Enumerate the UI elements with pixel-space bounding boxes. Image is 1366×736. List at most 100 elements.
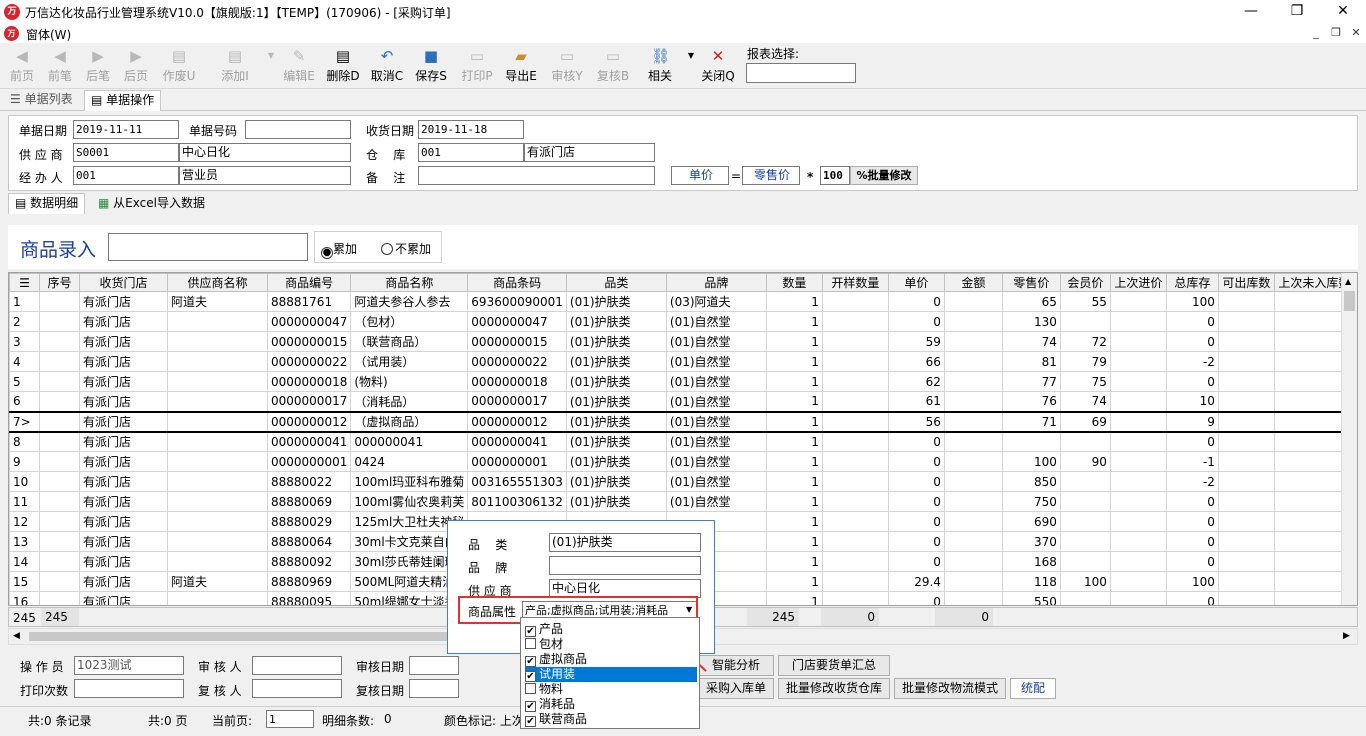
column-header[interactable]: 上次进价 bbox=[1109, 273, 1167, 292]
table-cell[interactable] bbox=[167, 451, 268, 472]
minimize-icon[interactable]: — bbox=[1228, 0, 1274, 24]
table-cell[interactable] bbox=[1059, 531, 1111, 552]
table-cell[interactable] bbox=[821, 491, 889, 512]
table-cell[interactable]: 1 bbox=[765, 571, 823, 592]
row-selector[interactable]: 7> bbox=[9, 410, 40, 433]
table-cell[interactable]: 0 bbox=[1165, 431, 1219, 452]
table-cell[interactable]: 有派门店 bbox=[79, 531, 168, 552]
table-cell[interactable]: 1 bbox=[765, 371, 823, 392]
doc-date-input[interactable]: 2019-11-11 bbox=[73, 120, 179, 139]
table-cell[interactable]: 61 bbox=[887, 391, 945, 412]
batch-warehouse-button[interactable]: 批量修改收货仓库 bbox=[778, 678, 890, 699]
table-cell[interactable]: 有派门店 bbox=[79, 351, 168, 372]
table-cell[interactable]: (01)护肤类 bbox=[565, 451, 667, 472]
table-cell[interactable] bbox=[1059, 511, 1111, 532]
row-selector[interactable]: 2 bbox=[9, 311, 40, 332]
table-cell[interactable] bbox=[821, 451, 889, 472]
table-cell[interactable]: 0000000018 bbox=[266, 371, 352, 392]
table-cell[interactable]: 88880095 bbox=[266, 591, 352, 605]
table-cell[interactable] bbox=[1109, 331, 1167, 352]
table-cell[interactable]: 0 bbox=[887, 291, 945, 312]
table-row[interactable]: 5 有派门店 0000000018 (物料) 0000000018 (01)护肤类 (01)… bbox=[9, 371, 1355, 392]
table-cell[interactable]: (01)护肤类 bbox=[565, 331, 667, 352]
table-cell[interactable] bbox=[1217, 311, 1275, 332]
table-cell[interactable]: 66 bbox=[887, 351, 945, 372]
report-select-input[interactable] bbox=[746, 63, 856, 83]
table-cell[interactable] bbox=[821, 471, 889, 492]
table-cell[interactable] bbox=[943, 451, 1003, 472]
tab-excel-import[interactable]: ▦ 从Excel导入数据 bbox=[92, 194, 211, 215]
mdi-minimize-icon[interactable]: _ bbox=[1306, 26, 1326, 42]
table-cell[interactable]: 69 bbox=[1059, 410, 1111, 433]
table-cell[interactable]: 0 bbox=[887, 431, 945, 452]
table-cell[interactable]: 0 bbox=[887, 311, 945, 332]
table-cell[interactable]: 0 bbox=[887, 491, 945, 512]
table-row[interactable]: 3 有派门店 0000000015 （联营商品） 0000000015 (01)护肤类 (0… bbox=[9, 331, 1355, 352]
table-cell[interactable] bbox=[943, 291, 1003, 312]
table-cell[interactable] bbox=[821, 351, 889, 372]
row-selector[interactable]: 15 bbox=[9, 571, 40, 592]
table-cell[interactable]: 88880092 bbox=[266, 551, 352, 572]
table-cell[interactable] bbox=[943, 531, 1003, 552]
table-cell[interactable] bbox=[39, 291, 80, 312]
table-cell[interactable]: （消耗品） bbox=[350, 391, 469, 412]
table-cell[interactable]: 1 bbox=[765, 391, 823, 412]
scroll-left-icon[interactable]: ◀ bbox=[13, 631, 20, 641]
table-cell[interactable]: (01)自然堂 bbox=[665, 471, 767, 492]
batch-logistics-button[interactable]: 批量修改物流模式 bbox=[894, 678, 1006, 699]
table-cell[interactable]: 有派门店 bbox=[79, 511, 168, 532]
table-cell[interactable] bbox=[39, 551, 80, 572]
table-cell[interactable]: 0000000012 bbox=[467, 410, 567, 433]
table-cell[interactable]: (01)自然堂 bbox=[665, 331, 767, 352]
table-cell[interactable]: 0000000022 bbox=[467, 351, 567, 372]
table-cell[interactable] bbox=[39, 391, 80, 412]
attr-option[interactable]: ✔ 产品 bbox=[525, 622, 697, 637]
table-cell[interactable]: 有派门店 bbox=[79, 551, 168, 572]
table-cell[interactable] bbox=[1059, 551, 1111, 572]
column-header[interactable]: 开样数量 bbox=[821, 273, 889, 292]
checkbox-icon[interactable]: ✔ bbox=[525, 671, 536, 682]
table-cell[interactable]: (01)自然堂 bbox=[665, 491, 767, 512]
table-cell[interactable]: 100 bbox=[1059, 571, 1111, 592]
edit-button[interactable]: ✎ 编辑E bbox=[278, 45, 320, 87]
table-row[interactable]: 7> 有派门店 0000000012 （虚拟商品） 0000000012 (01)护肤类(… bbox=[9, 410, 1355, 433]
table-cell[interactable]: 0 bbox=[1165, 591, 1219, 605]
table-cell[interactable]: 有派门店 bbox=[79, 311, 168, 332]
table-cell[interactable] bbox=[943, 431, 1003, 452]
table-cell[interactable]: 0000000012 bbox=[266, 410, 352, 433]
table-cell[interactable]: 76 bbox=[1001, 391, 1061, 412]
table-cell[interactable]: 有派门店 bbox=[79, 471, 168, 492]
table-cell[interactable]: (01)自然堂 bbox=[665, 311, 767, 332]
column-header[interactable]: 收货门店 bbox=[79, 273, 168, 292]
table-cell[interactable]: 003165551303 bbox=[467, 471, 567, 492]
table-cell[interactable] bbox=[1217, 410, 1275, 433]
tab-data-detail[interactable]: ▤ 数据明细 bbox=[8, 193, 86, 214]
table-cell[interactable] bbox=[167, 531, 268, 552]
table-cell[interactable]: 59 bbox=[887, 331, 945, 352]
table-cell[interactable] bbox=[1109, 451, 1167, 472]
table-row[interactable]: 2 有派门店 0000000047 （包材） 0000000047 (01)护肤类 (01)… bbox=[9, 311, 1355, 332]
table-cell[interactable] bbox=[821, 291, 889, 312]
no-accumulate-radio[interactable]: 不累加 bbox=[381, 240, 431, 257]
table-cell[interactable] bbox=[1217, 291, 1275, 312]
table-cell[interactable] bbox=[1217, 331, 1275, 352]
table-cell[interactable]: 0000000015 bbox=[467, 331, 567, 352]
table-cell[interactable] bbox=[821, 391, 889, 412]
table-cell[interactable]: 100ml雾仙农奥莉芙 bbox=[350, 491, 469, 512]
table-cell[interactable]: 71 bbox=[1001, 410, 1061, 433]
table-cell[interactable]: 77 bbox=[1001, 371, 1061, 392]
table-cell[interactable] bbox=[167, 410, 268, 433]
table-cell[interactable]: 81 bbox=[1001, 351, 1061, 372]
table-cell[interactable] bbox=[167, 431, 268, 452]
column-header[interactable]: 金额 bbox=[943, 273, 1003, 292]
save-button[interactable]: ■ 保存S bbox=[410, 45, 452, 87]
table-cell[interactable]: (01)护肤类 bbox=[565, 391, 667, 412]
table-cell[interactable]: 0000000047 bbox=[467, 311, 567, 332]
next-record-button[interactable]: ▶ 后笔 bbox=[80, 45, 116, 87]
table-cell[interactable] bbox=[943, 551, 1003, 572]
table-cell[interactable]: 1 bbox=[765, 351, 823, 372]
table-cell[interactable] bbox=[943, 471, 1003, 492]
table-cell[interactable]: 1 bbox=[765, 451, 823, 472]
table-cell[interactable] bbox=[167, 591, 268, 605]
table-cell[interactable] bbox=[1217, 371, 1275, 392]
